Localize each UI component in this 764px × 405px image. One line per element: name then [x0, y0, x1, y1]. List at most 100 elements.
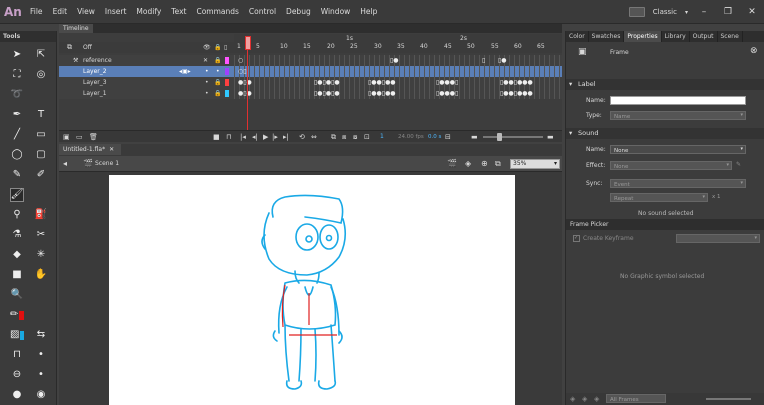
- parent-view-icon[interactable]: ⊓: [226, 131, 231, 143]
- snap-to-objects-icon[interactable]: ⊓: [10, 348, 24, 362]
- unlock-dot-icon[interactable]: •: [216, 66, 220, 77]
- fill-color-swatch[interactable]: ▨: [10, 328, 24, 342]
- menu-control[interactable]: Control: [249, 7, 276, 16]
- polystar-tool-icon[interactable]: ▢: [34, 148, 48, 162]
- elapsed-time[interactable]: 0.0 s: [428, 131, 441, 143]
- all-frames-select[interactable]: All Frames: [606, 394, 666, 403]
- menu-text[interactable]: Text: [171, 7, 186, 16]
- brush-size-icon[interactable]: •: [34, 368, 48, 382]
- frame-picker-tool-icon[interactable]: ◈: [570, 395, 575, 403]
- properties-help-icon[interactable]: ⊗: [750, 46, 758, 56]
- chevron-down-icon[interactable]: ▾: [685, 9, 688, 16]
- layer-color-icon[interactable]: [225, 79, 229, 86]
- swap-colors-icon[interactable]: ⇆: [34, 328, 48, 342]
- menu-view[interactable]: View: [77, 7, 95, 16]
- delete-layer-icon[interactable]: 🗑: [89, 131, 98, 143]
- zoom-tool-icon[interactable]: 🔍: [10, 288, 24, 302]
- brush-tool-icon[interactable]: 🖌: [10, 188, 24, 202]
- camera-toggle-icon[interactable]: ■: [213, 131, 220, 143]
- effect-select[interactable]: None ▾: [610, 161, 732, 170]
- onion-skin-toggle-icon[interactable]: ⧉: [331, 131, 336, 143]
- clip-content-icon[interactable]: ⧉: [495, 159, 501, 169]
- transform-icon[interactable]: ◂▣▸: [179, 66, 191, 77]
- create-keyframe-checkbox[interactable]: ✓: [573, 235, 580, 242]
- layer-name[interactable]: Layer_2: [83, 66, 107, 77]
- eraser-tool-icon[interactable]: ◆: [10, 248, 24, 262]
- straighten-icon[interactable]: ⊖: [10, 368, 24, 382]
- selection-tool-icon[interactable]: ➤: [10, 48, 24, 62]
- lock-icon[interactable]: 🔒: [214, 42, 221, 53]
- new-folder-icon[interactable]: ▭: [76, 131, 83, 143]
- step-back-icon[interactable]: ◂|: [252, 131, 258, 143]
- menu-insert[interactable]: Insert: [105, 7, 127, 16]
- restore-icon[interactable]: ❐: [720, 5, 736, 19]
- workspace-switcher[interactable]: Classic: [653, 8, 677, 16]
- outline-icon[interactable]: ▯: [224, 42, 227, 53]
- bone-tool-icon[interactable]: ⚲: [10, 208, 24, 222]
- layer-color-icon[interactable]: [225, 57, 229, 64]
- layer-color-icon[interactable]: [225, 68, 229, 75]
- tab-scene[interactable]: Scene: [718, 31, 743, 42]
- label-type-select[interactable]: Name ▾: [610, 111, 746, 120]
- scene-name[interactable]: Scene 1: [95, 160, 119, 167]
- eye-icon[interactable]: 👁: [203, 42, 211, 53]
- lock-icon[interactable]: 🔒: [214, 88, 221, 99]
- timeline-zoom-slider[interactable]: [483, 136, 543, 138]
- smooth-icon[interactable]: •: [34, 348, 48, 362]
- step-forward-icon[interactable]: |▸: [272, 131, 278, 143]
- menu-modify[interactable]: Modify: [136, 7, 161, 16]
- layer-color-icon[interactable]: [225, 90, 229, 97]
- tab-color[interactable]: Color: [566, 31, 589, 42]
- free-transform-tool-icon[interactable]: ⛶: [10, 68, 24, 82]
- hand-tool-icon[interactable]: ✋: [34, 268, 48, 282]
- tab-output[interactable]: Output: [690, 31, 718, 42]
- tab-swatches[interactable]: Swatches: [589, 31, 625, 42]
- stroke-color-swatch[interactable]: ✏: [10, 308, 24, 322]
- zoom-in-icon[interactable]: ▬: [547, 131, 554, 143]
- go-to-first-frame-icon[interactable]: |◂: [240, 131, 246, 143]
- timeline-tab[interactable]: Timeline: [59, 24, 93, 33]
- menu-debug[interactable]: Debug: [286, 7, 311, 16]
- visible-dot-icon[interactable]: •: [205, 77, 209, 88]
- lock-icon[interactable]: 🔒: [214, 55, 221, 66]
- sync-settings-button[interactable]: [628, 7, 645, 17]
- frame-picker-tool-icon[interactable]: ◈: [594, 395, 599, 403]
- close-tab-icon[interactable]: ✕: [109, 146, 114, 153]
- sync-select[interactable]: Event ▾: [610, 179, 746, 188]
- pencil-tool-icon[interactable]: ✎: [10, 168, 24, 182]
- frame-picker-title[interactable]: Frame Picker: [570, 221, 608, 228]
- layer-name[interactable]: Layer_3: [83, 77, 107, 88]
- document-tab[interactable]: Untitled-1.fla* ✕: [59, 144, 121, 155]
- visible-dot-icon[interactable]: •: [205, 88, 209, 99]
- layer-name[interactable]: Layer_1: [83, 88, 107, 99]
- menu-edit[interactable]: Edit: [53, 7, 68, 16]
- lock-icon[interactable]: 🔒: [214, 77, 221, 88]
- center-frame-icon[interactable]: ⇔: [311, 131, 317, 143]
- brush-shape-icon[interactable]: ●: [10, 388, 24, 402]
- edit-envelope-icon[interactable]: ✎: [736, 161, 741, 168]
- camera-tool-icon[interactable]: ■: [10, 268, 24, 282]
- edit-symbols-icon[interactable]: ◈: [465, 159, 471, 168]
- timeline-zoom-thumb[interactable]: [497, 133, 502, 141]
- subselection-tool-icon[interactable]: ⇱: [34, 48, 48, 62]
- label-section[interactable]: ▾ Label: [566, 79, 764, 90]
- zoom-select[interactable]: 35% ▾: [510, 159, 560, 169]
- lock-fill-icon[interactable]: ◉: [34, 388, 48, 402]
- frame-picker-select[interactable]: ▾: [676, 234, 760, 243]
- tab-properties[interactable]: Properties: [624, 31, 662, 42]
- playhead[interactable]: [245, 36, 251, 50]
- menu-help[interactable]: Help: [360, 7, 377, 16]
- pen-tool-icon[interactable]: ✒: [10, 108, 24, 122]
- ink-bottle-tool-icon[interactable]: ✂: [34, 228, 48, 242]
- play-icon[interactable]: ▶: [263, 131, 268, 143]
- frame-rate[interactable]: 24.00 fps: [398, 131, 424, 143]
- rectangle-tool-icon[interactable]: ▭: [34, 128, 48, 142]
- zoom-out-icon[interactable]: ▬: [471, 131, 478, 143]
- onion-skin-icon[interactable]: ⧉: [67, 42, 72, 53]
- back-arrow-icon[interactable]: ◂: [63, 159, 67, 168]
- menu-commands[interactable]: Commands: [196, 7, 238, 16]
- repeat-count[interactable]: x 1: [712, 194, 721, 200]
- current-frame[interactable]: 1: [380, 131, 384, 143]
- fit-frames-icon[interactable]: ⊟: [445, 131, 451, 143]
- modify-markers-icon[interactable]: ⊡: [364, 131, 370, 143]
